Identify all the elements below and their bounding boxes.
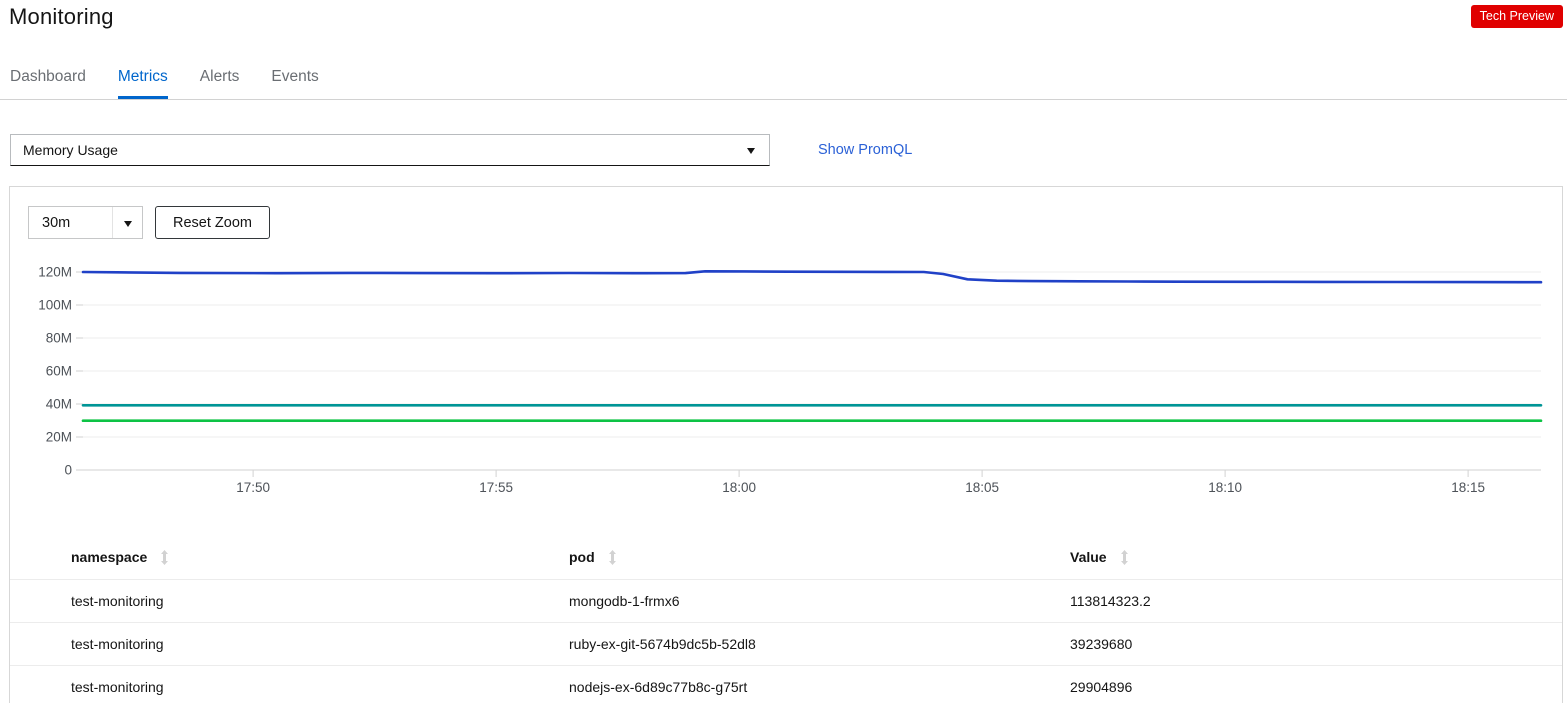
tab-events[interactable]: Events: [271, 68, 318, 99]
query-select-value: Memory Usage: [23, 142, 118, 158]
cell-value: 29904896: [1070, 679, 1133, 695]
select-divider: [112, 207, 113, 238]
chart-area[interactable]: 120M 100M 80M 60M 40M 20M 0 17:50 17:55 18:00 18:0…: [10, 254, 1562, 505]
chart-toolbar: 30m Reset Zoom: [10, 187, 1562, 239]
svg-text:18:05: 18:05: [965, 480, 999, 495]
svg-text:17:55: 17:55: [479, 480, 513, 495]
sort-icon[interactable]: [608, 549, 617, 565]
cell-pod: ruby-ex-git-5674b9dc5b-52dl8: [569, 636, 756, 652]
table-row: test-monitoring ruby-ex-git-5674b9dc5b-5…: [10, 622, 1562, 665]
cell-namespace: test-monitoring: [71, 593, 164, 609]
column-header-pod[interactable]: pod: [569, 549, 1070, 565]
table-row: test-monitoring mongodb-1-frmx6 11381432…: [10, 579, 1562, 622]
svg-text:80M: 80M: [46, 331, 72, 346]
results-table: namespace pod Value test-monitoring mong…: [10, 535, 1562, 703]
svg-text:60M: 60M: [46, 364, 72, 379]
chevron-down-icon: [747, 148, 755, 154]
query-select[interactable]: Memory Usage: [10, 134, 770, 166]
show-promql-link[interactable]: Show PromQL: [818, 142, 912, 158]
cell-namespace: test-monitoring: [71, 679, 164, 695]
page-header: Monitoring Tech Preview: [0, 0, 1567, 44]
cell-namespace: test-monitoring: [71, 636, 164, 652]
tech-preview-badge: Tech Preview: [1470, 5, 1563, 28]
timespan-value: 30m: [42, 214, 71, 231]
svg-text:100M: 100M: [38, 298, 72, 313]
tab-alerts[interactable]: Alerts: [200, 68, 240, 99]
svg-text:18:15: 18:15: [1451, 480, 1485, 495]
table-header-row: namespace pod Value: [10, 535, 1562, 579]
cell-pod: mongodb-1-frmx6: [569, 593, 680, 609]
metrics-panel: 30m Reset Zoom 120M 100M 80M 60M 40M 20M 0 17:5…: [9, 186, 1563, 703]
svg-text:120M: 120M: [38, 265, 72, 280]
metrics-line-chart[interactable]: 120M 100M 80M 60M 40M 20M 0 17:50 17:55 18:00 18:0…: [10, 254, 1562, 500]
svg-text:18:10: 18:10: [1208, 480, 1242, 495]
sort-icon[interactable]: [160, 549, 169, 565]
sort-icon[interactable]: [1120, 549, 1129, 565]
tab-bar: Dashboard Metrics Alerts Events: [0, 68, 1567, 100]
svg-text:18:00: 18:00: [722, 480, 756, 495]
column-header-namespace[interactable]: namespace: [71, 549, 569, 565]
cell-value: 113814323.2: [1070, 593, 1151, 609]
cell-pod: nodejs-ex-6d89c77b8c-g75rt: [569, 679, 748, 695]
tab-dashboard[interactable]: Dashboard: [10, 68, 86, 99]
timespan-select[interactable]: 30m: [28, 206, 143, 239]
svg-text:20M: 20M: [46, 430, 72, 445]
query-row: Memory Usage Show PromQL: [10, 134, 1567, 166]
svg-text:17:50: 17:50: [236, 480, 270, 495]
table-row: test-monitoring nodejs-ex-6d89c77b8c-g75…: [10, 665, 1562, 703]
svg-text:0: 0: [64, 463, 72, 478]
column-header-value[interactable]: Value: [1070, 549, 1562, 565]
svg-text:40M: 40M: [46, 397, 72, 412]
tab-metrics[interactable]: Metrics: [117, 68, 168, 99]
chevron-down-icon: [124, 221, 132, 227]
page-title: Monitoring: [9, 4, 114, 29]
cell-value: 39239680: [1070, 636, 1133, 652]
reset-zoom-button[interactable]: Reset Zoom: [155, 206, 270, 239]
